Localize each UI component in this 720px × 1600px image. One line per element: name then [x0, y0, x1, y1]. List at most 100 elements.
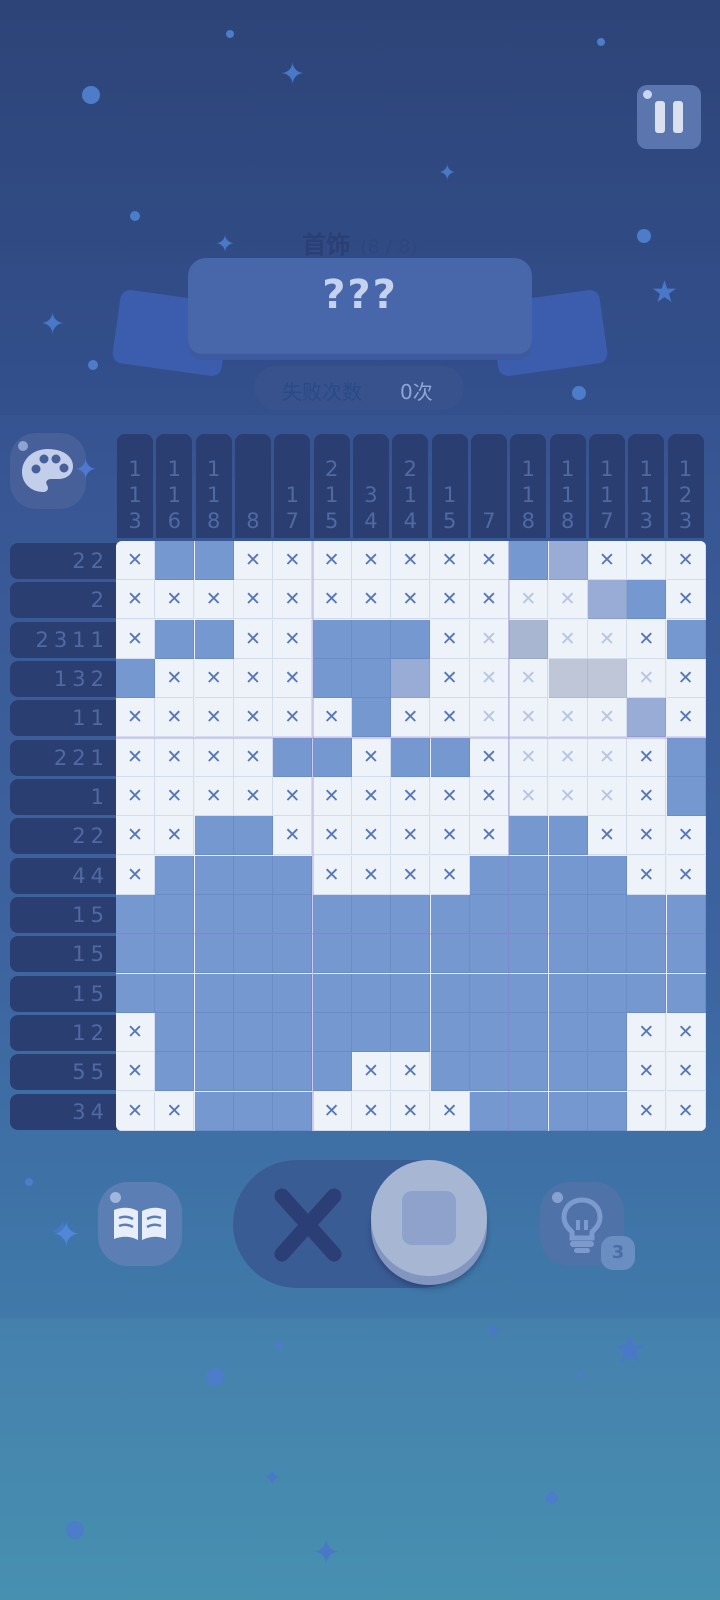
- cell-filled[interactable]: [312, 894, 352, 934]
- cell-highlighted[interactable]: [548, 658, 588, 698]
- cell-crossed[interactable]: ✕: [233, 619, 273, 659]
- cell-crossed[interactable]: ✕: [509, 698, 549, 738]
- cell-crossed[interactable]: ✕: [587, 698, 627, 738]
- cell-filled[interactable]: [666, 973, 706, 1013]
- cell-crossed[interactable]: ✕: [194, 580, 234, 620]
- cell-crossed[interactable]: ✕: [233, 737, 273, 777]
- cell-filled[interactable]: [430, 1052, 470, 1092]
- cell-filled[interactable]: [273, 973, 313, 1013]
- cell-filled[interactable]: [351, 894, 391, 934]
- cell-crossed[interactable]: ✕: [469, 737, 509, 777]
- cell-crossed[interactable]: ✕: [391, 1091, 431, 1131]
- cell-crossed[interactable]: ✕: [430, 855, 470, 895]
- cell-crossed[interactable]: ✕: [273, 658, 313, 698]
- cell-crossed[interactable]: ✕: [155, 698, 195, 738]
- cell-filled[interactable]: [233, 894, 273, 934]
- cell-crossed[interactable]: ✕: [469, 580, 509, 620]
- cell-crossed[interactable]: ✕: [273, 580, 313, 620]
- cell-filled[interactable]: [666, 934, 706, 974]
- cell-filled[interactable]: [351, 1012, 391, 1052]
- cell-crossed[interactable]: ✕: [509, 658, 549, 698]
- cell-filled[interactable]: [548, 816, 588, 856]
- cell-crossed[interactable]: ✕: [587, 737, 627, 777]
- cell-filled[interactable]: [312, 1052, 352, 1092]
- cell-crossed[interactable]: ✕: [312, 698, 352, 738]
- cell-crossed[interactable]: ✕: [194, 776, 234, 816]
- cell-filled[interactable]: [233, 1012, 273, 1052]
- cell-crossed[interactable]: ✕: [627, 658, 667, 698]
- cell-crossed[interactable]: ✕: [587, 816, 627, 856]
- cell-filled[interactable]: [587, 894, 627, 934]
- cell-filled[interactable]: [273, 855, 313, 895]
- cell-filled[interactable]: [509, 816, 549, 856]
- cell-crossed[interactable]: ✕: [351, 541, 391, 580]
- cell-crossed[interactable]: ✕: [116, 1052, 155, 1092]
- cell-crossed[interactable]: ✕: [233, 541, 273, 580]
- cell-crossed[interactable]: ✕: [116, 1012, 155, 1052]
- cell-filled[interactable]: [155, 619, 195, 659]
- cell-filled[interactable]: [312, 973, 352, 1013]
- cell-crossed[interactable]: ✕: [627, 619, 667, 659]
- cell-crossed[interactable]: ✕: [351, 1091, 391, 1131]
- cell-crossed[interactable]: ✕: [627, 737, 667, 777]
- cell-crossed[interactable]: ✕: [194, 737, 234, 777]
- cell-crossed[interactable]: ✕: [391, 1052, 431, 1092]
- cell-crossed[interactable]: ✕: [666, 1052, 706, 1092]
- cell-highlighted[interactable]: [509, 619, 549, 659]
- cell-filled[interactable]: [233, 934, 273, 974]
- cell-filled[interactable]: [666, 776, 706, 816]
- cell-filled[interactable]: [548, 934, 588, 974]
- cell-filled[interactable]: [548, 1052, 588, 1092]
- cell-filled[interactable]: [666, 737, 706, 777]
- cell-crossed[interactable]: ✕: [351, 855, 391, 895]
- cell-filled[interactable]: [509, 973, 549, 1013]
- cell-crossed[interactable]: ✕: [509, 580, 549, 620]
- cell-crossed[interactable]: ✕: [666, 698, 706, 738]
- cell-crossed[interactable]: ✕: [233, 658, 273, 698]
- cell-crossed[interactable]: ✕: [391, 580, 431, 620]
- cell-crossed[interactable]: ✕: [312, 776, 352, 816]
- cell-crossed[interactable]: ✕: [312, 541, 352, 580]
- cell-filled[interactable]: [548, 855, 588, 895]
- cell-crossed[interactable]: ✕: [312, 855, 352, 895]
- cell-filled[interactable]: [233, 973, 273, 1013]
- cell-crossed[interactable]: ✕: [666, 1012, 706, 1052]
- cell-filled[interactable]: [351, 973, 391, 1013]
- cell-filled[interactable]: [116, 934, 155, 974]
- cell-filled[interactable]: [430, 894, 470, 934]
- cell-crossed[interactable]: ✕: [391, 541, 431, 580]
- cell-filled[interactable]: [155, 855, 195, 895]
- cell-filled[interactable]: [391, 737, 431, 777]
- cell-crossed[interactable]: ✕: [351, 776, 391, 816]
- cell-filled[interactable]: [391, 894, 431, 934]
- cell-crossed[interactable]: ✕: [233, 776, 273, 816]
- cell-filled[interactable]: [273, 894, 313, 934]
- cell-crossed[interactable]: ✕: [587, 619, 627, 659]
- cell-crossed[interactable]: ✕: [391, 816, 431, 856]
- cell-crossed[interactable]: ✕: [627, 1052, 667, 1092]
- cell-crossed[interactable]: ✕: [469, 776, 509, 816]
- cell-filled[interactable]: [548, 973, 588, 1013]
- pause-button[interactable]: [637, 85, 701, 149]
- cell-filled[interactable]: [351, 658, 391, 698]
- cell-crossed[interactable]: ✕: [233, 698, 273, 738]
- cell-filled[interactable]: [194, 1091, 234, 1131]
- cell-crossed[interactable]: ✕: [155, 737, 195, 777]
- cell-filled[interactable]: [587, 934, 627, 974]
- cell-filled[interactable]: [116, 973, 155, 1013]
- cell-filled[interactable]: [391, 934, 431, 974]
- cell-filled[interactable]: [509, 1091, 549, 1131]
- cell-crossed[interactable]: ✕: [233, 580, 273, 620]
- cell-crossed[interactable]: ✕: [155, 776, 195, 816]
- cell-filled[interactable]: [391, 658, 431, 698]
- cell-filled[interactable]: [351, 619, 391, 659]
- cell-filled[interactable]: [587, 855, 627, 895]
- cell-filled[interactable]: [116, 894, 155, 934]
- cell-filled[interactable]: [273, 1052, 313, 1092]
- cell-filled[interactable]: [312, 619, 352, 659]
- cell-filled[interactable]: [194, 1052, 234, 1092]
- cell-filled[interactable]: [627, 580, 667, 620]
- cell-filled[interactable]: [194, 541, 234, 580]
- cell-crossed[interactable]: ✕: [430, 541, 470, 580]
- cell-crossed[interactable]: ✕: [627, 776, 667, 816]
